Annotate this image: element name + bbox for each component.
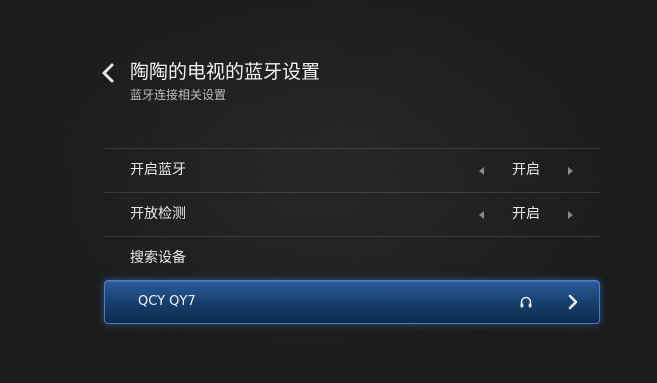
- discoverable-toggle-stepper[interactable]: 开启: [478, 193, 574, 236]
- stepper-value: 开启: [512, 206, 540, 222]
- arrow-left-icon[interactable]: [478, 166, 486, 176]
- chevron-right-icon: [567, 294, 579, 310]
- device-name: QCY QY7: [138, 294, 196, 309]
- page-subtitle: 蓝牙连接相关设置: [130, 88, 227, 102]
- search-devices-row[interactable]: 搜索设备: [104, 237, 600, 280]
- setting-row-discoverable[interactable]: 开放检测 开启: [104, 193, 600, 236]
- stepper-value: 开启: [512, 162, 540, 178]
- search-devices-label: 搜索设备: [130, 250, 186, 266]
- device-item-qcy-qy7[interactable]: QCY QY7: [104, 280, 600, 324]
- setting-row-bluetooth[interactable]: 开启蓝牙 开启: [104, 149, 600, 192]
- setting-label: 开启蓝牙: [130, 162, 186, 178]
- arrow-right-icon[interactable]: [566, 210, 574, 220]
- bluetooth-toggle-stepper[interactable]: 开启: [478, 149, 574, 192]
- setting-label: 开放检测: [130, 206, 186, 222]
- chevron-left-icon: [102, 63, 114, 83]
- back-button[interactable]: [98, 60, 120, 86]
- headphone-icon: [519, 295, 533, 309]
- arrow-left-icon[interactable]: [478, 210, 486, 220]
- page-title: 陶陶的电视的蓝牙设置: [130, 61, 321, 83]
- arrow-right-icon[interactable]: [566, 166, 574, 176]
